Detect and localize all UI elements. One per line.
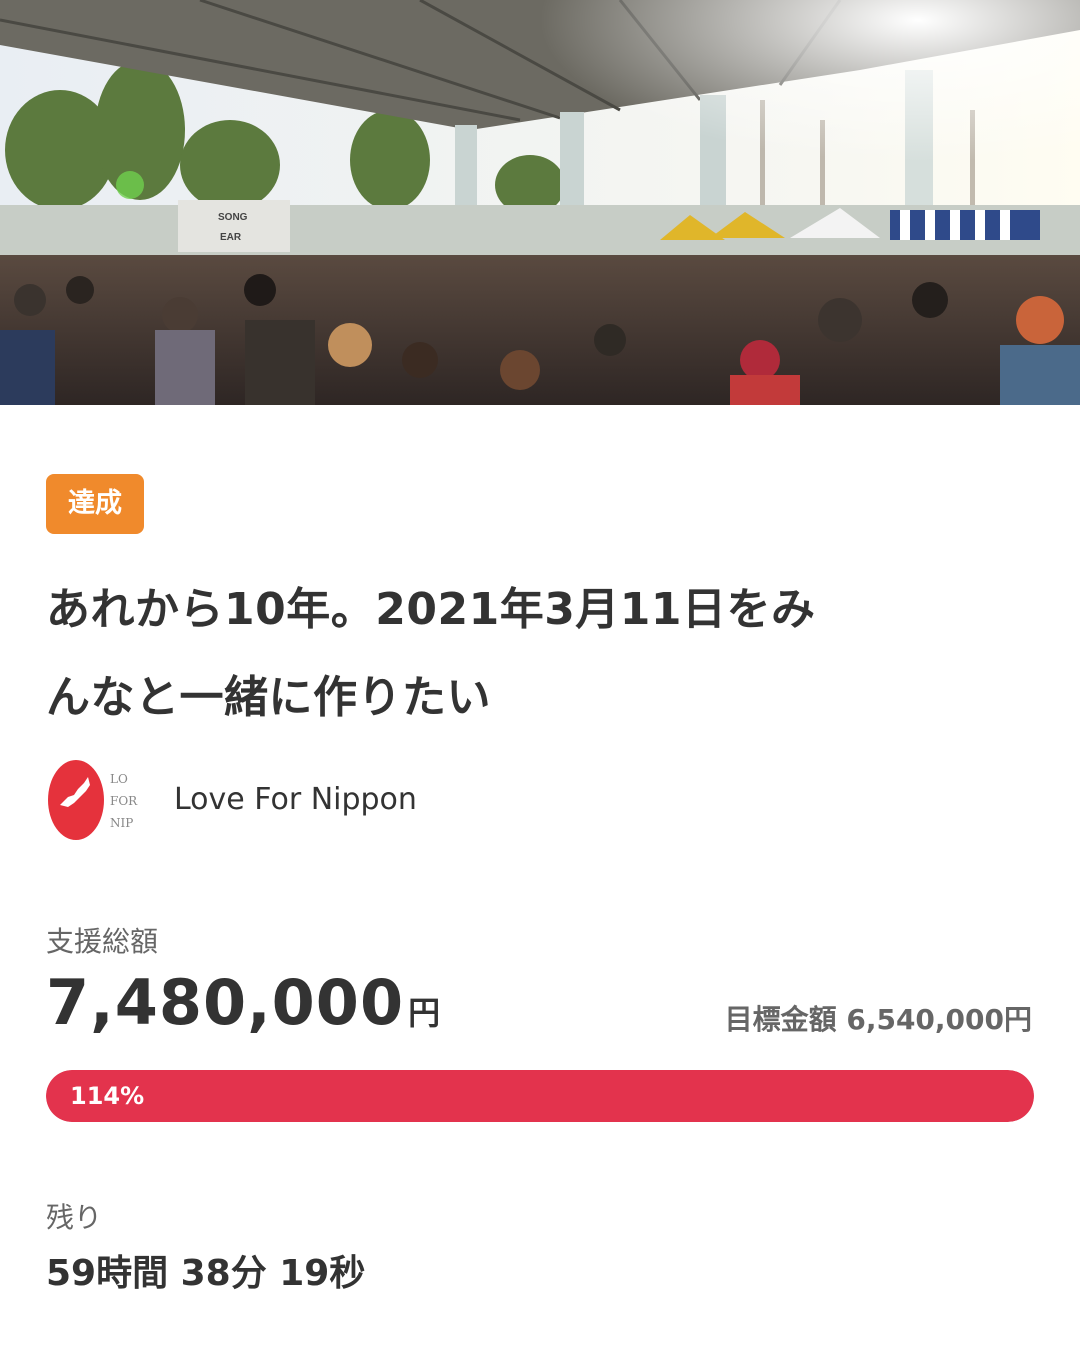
project-title-line: あれから10年。2021年3月11日をみ: [46, 584, 816, 635]
owner-name[interactable]: Love For Nippon: [174, 780, 417, 820]
remaining-time: 59時間 38分 19秒: [46, 1253, 366, 1294]
logo-text-line: NIP: [110, 816, 133, 830]
progress-fill: [46, 1070, 1034, 1122]
logo-text-line: LO: [110, 772, 128, 786]
total-amount: 7,480,000 円: [46, 966, 440, 1046]
total-amount-unit: 円: [408, 994, 441, 1032]
goal-label: 目標金額: [724, 1003, 837, 1036]
hero-image: SONG EAR: [0, 0, 1080, 405]
logo-text-line: FOR: [110, 794, 138, 808]
love-for-nippon-logo: LO FOR NIP: [48, 760, 138, 840]
project-title: あれから10年。2021年3月11日をみ んなと一緒に作りたい: [46, 566, 1036, 742]
progress-label: 114%: [70, 1082, 145, 1110]
goal-amount: 目標金額 6,540,000円: [725, 998, 1032, 1038]
status-badge: 達成: [46, 474, 144, 534]
total-label: 支援総額: [46, 925, 159, 958]
total-amount-value: 7,480,000: [46, 966, 405, 1039]
progress-bar: 114%: [46, 1070, 1034, 1122]
project-owner[interactable]: LO FOR NIP Love For Nippon: [46, 755, 646, 845]
goal-value: 6,540,000円: [846, 1003, 1032, 1036]
project-title-line: んなと一緒に作りたい: [46, 672, 491, 723]
remaining-label: 残り: [46, 1201, 103, 1234]
